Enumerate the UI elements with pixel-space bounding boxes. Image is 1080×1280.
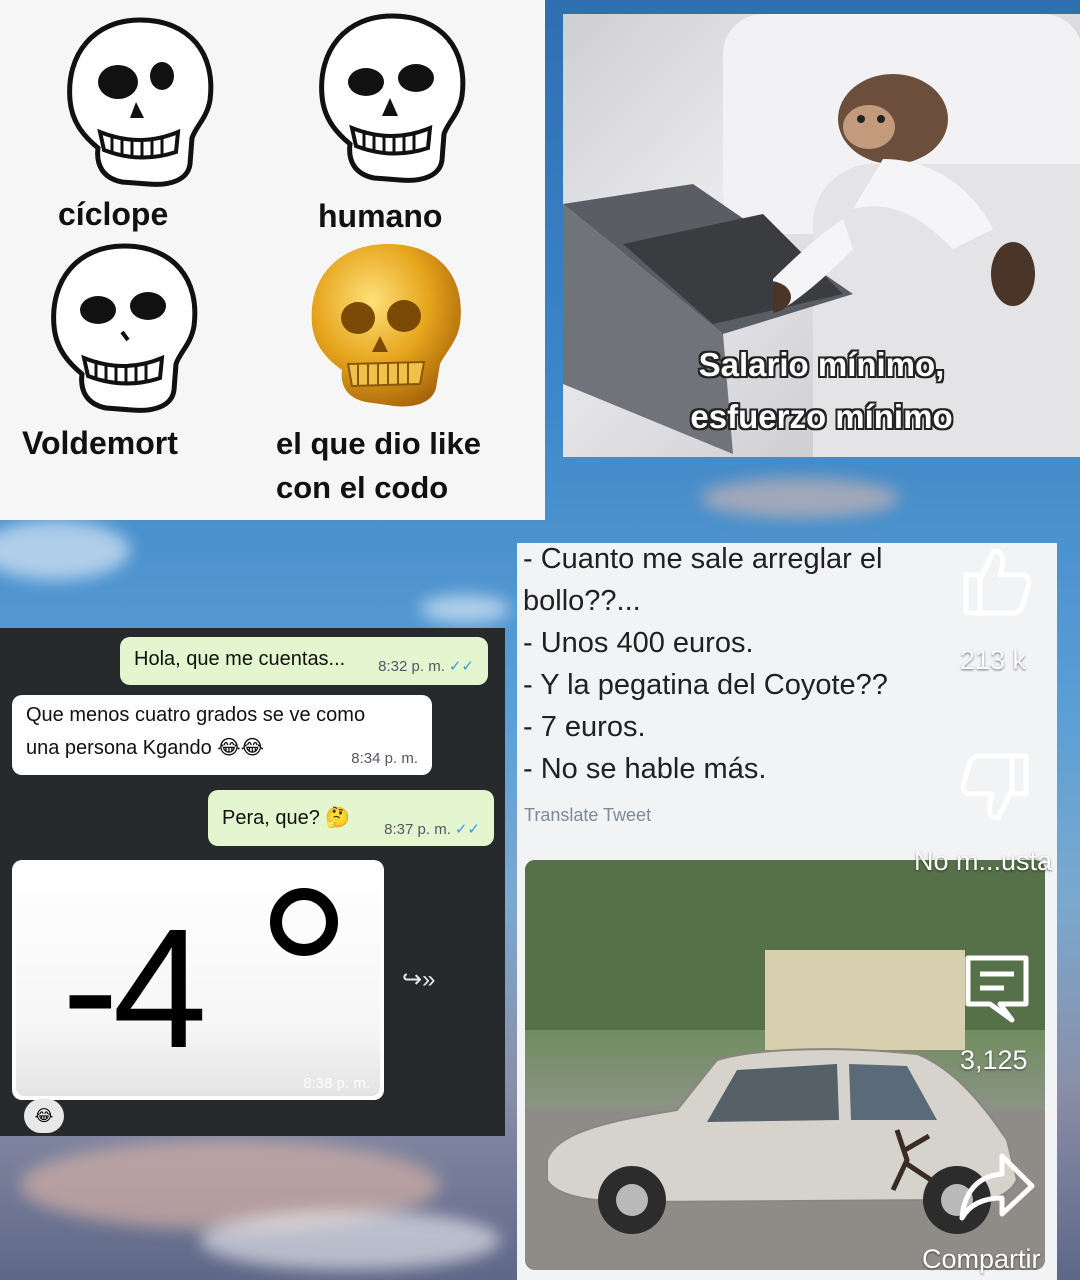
thumbs-down-icon[interactable]	[960, 750, 1034, 824]
share-icon[interactable]	[958, 1150, 1036, 1222]
tweet-line: - 7 euros.	[523, 711, 646, 743]
skull-cyclops-icon	[67, 17, 214, 187]
house-wall	[765, 950, 965, 1050]
label-ciclope: cíclope	[58, 196, 169, 232]
sky-cloud	[0, 520, 130, 580]
tweet-line: - Y la pegatina del Coyote??	[523, 669, 888, 701]
degree-symbol-icon	[270, 888, 338, 956]
temperature-image[interactable]: -4	[16, 864, 380, 1096]
message-text: Pera, que? 🤔	[222, 807, 351, 829]
message-time: 8:34 p. m.	[351, 750, 418, 767]
skull-voldemort-icon	[51, 243, 198, 413]
comment-count: 3,125	[960, 1045, 1028, 1075]
tweet-line: bollo??...	[523, 585, 641, 617]
message-text-line2: una persona Kgando 😂😂	[26, 737, 265, 759]
monkey-meme: Salario mínimo, esfuerzo mínimo	[563, 14, 1080, 457]
comment-icon[interactable]	[960, 950, 1034, 1024]
message-time: 8:32 p. m. ✓✓	[378, 658, 474, 675]
forward-arrow-icon[interactable]: ↪»	[402, 965, 435, 994]
message-in-1[interactable]: Que menos cuatro grados se ve como una p…	[12, 695, 432, 775]
translate-tweet-link[interactable]: Translate Tweet	[524, 805, 651, 826]
label-voldemort: Voldemort	[22, 425, 178, 461]
skull-gold-icon	[311, 244, 461, 407]
sky-cloud	[700, 478, 900, 518]
monkey-caption-line2: esfuerzo mínimo	[690, 398, 953, 435]
whatsapp-chat: Hola, que me cuentas... 8:32 p. m. ✓✓ Que…	[0, 628, 505, 1136]
temperature-value: -4	[62, 894, 207, 1084]
monkey-icon	[773, 74, 1035, 313]
tweet-line: - Unos 400 euros.	[523, 627, 754, 659]
monkey-caption-line1: Salario mínimo,	[698, 346, 945, 383]
like-count: 213 k	[960, 645, 1027, 675]
read-ticks-icon: ✓✓	[448, 658, 474, 675]
skull-meme: cíclope humano Voldemort el que dio like…	[0, 0, 545, 520]
reaction-badge[interactable]: 😂	[24, 1099, 64, 1133]
tweet-line: - Cuanto me sale arreglar el	[523, 543, 883, 575]
tweet-line: - No se hable más.	[523, 753, 767, 785]
skull-human-icon	[319, 13, 466, 183]
dislike-label: No m...usta	[914, 846, 1053, 876]
message-image-in[interactable]: -4 8:38 p. m.	[12, 860, 384, 1100]
sky-cloud	[200, 1210, 500, 1270]
message-time: 8:38 p. m.	[303, 1075, 370, 1092]
thumbs-up-icon[interactable]	[958, 545, 1032, 619]
read-ticks-icon: ✓✓	[454, 821, 480, 838]
label-like-codo-line1: el que dio like	[276, 426, 481, 461]
message-out-1[interactable]: Hola, que me cuentas... 8:32 p. m. ✓✓	[120, 637, 488, 685]
label-humano: humano	[318, 198, 443, 234]
message-out-2[interactable]: Pera, que? 🤔 8:37 p. m. ✓✓	[208, 790, 494, 846]
sky-cloud	[420, 595, 510, 623]
message-text-line1: Que menos cuatro grados se ve como	[26, 704, 366, 726]
message-text: Hola, que me cuentas...	[134, 648, 346, 670]
message-time: 8:37 p. m. ✓✓	[384, 821, 480, 838]
label-like-codo-line2: con el codo	[276, 470, 449, 505]
share-label: Compartir	[922, 1244, 1041, 1274]
